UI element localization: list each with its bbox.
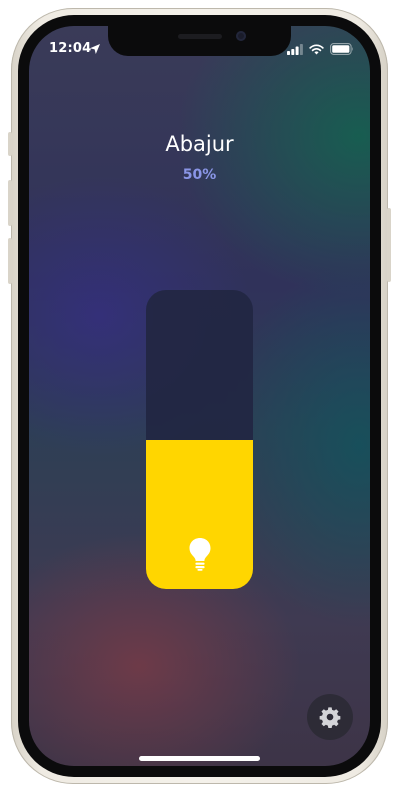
- battery-icon: [330, 43, 353, 55]
- volume-down-button: [8, 238, 12, 284]
- volume-up-button: [8, 180, 12, 226]
- home-indicator[interactable]: [139, 756, 260, 761]
- silent-switch: [8, 132, 12, 156]
- status-indicators: [287, 43, 354, 55]
- earpiece-speaker: [178, 34, 222, 39]
- location-arrow-icon: [90, 44, 100, 54]
- lightbulb-icon: [189, 538, 211, 571]
- power-button: [387, 208, 391, 282]
- cellular-signal-icon: [287, 43, 303, 55]
- gear-icon: [319, 707, 341, 728]
- settings-button[interactable]: [307, 694, 353, 740]
- notch: [108, 26, 291, 56]
- status-time: 12:04: [49, 41, 92, 56]
- wifi-icon: [309, 43, 324, 54]
- brightness-percentage: 50%: [182, 167, 217, 183]
- brightness-slider[interactable]: [146, 290, 253, 589]
- phone-screen: 12:04 Abajur 50%: [29, 26, 370, 766]
- front-camera: [236, 31, 246, 41]
- accessory-name: Abajur: [165, 132, 234, 156]
